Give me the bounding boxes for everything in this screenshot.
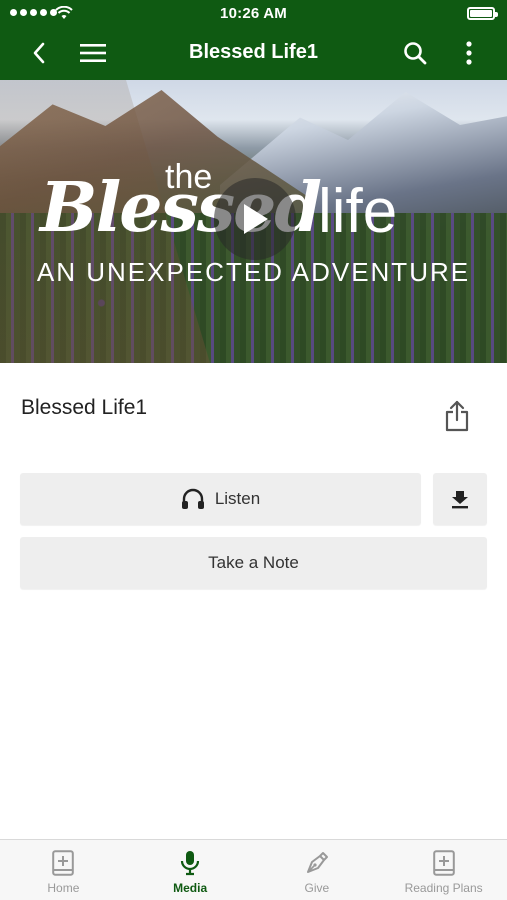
listen-label: Listen: [214, 489, 261, 508]
take-note-label: Take a Note: [208, 553, 299, 572]
tab-home-label: Home: [47, 881, 80, 895]
tab-give-label: Give: [304, 881, 330, 895]
book-plus-icon: [52, 850, 75, 876]
share-button[interactable]: [440, 398, 474, 434]
take-note-button[interactable]: Take a Note: [20, 537, 487, 589]
app-header: 10:26 AM Blessed Life1: [0, 0, 507, 80]
hero-title-life: life: [318, 177, 398, 246]
search-button[interactable]: [398, 36, 432, 70]
tab-reading-plans-label: Reading Plans: [404, 881, 483, 895]
search-icon: [404, 42, 427, 65]
headphones-icon: [181, 488, 204, 509]
tab-home[interactable]: Home: [0, 840, 127, 900]
microphone-icon: [181, 851, 200, 876]
hero-subtitle: AN UNEXPECTED ADVENTURE: [36, 257, 471, 287]
download-button[interactable]: [433, 473, 487, 525]
tab-bar: Home Media Give Reading Plans: [0, 839, 507, 900]
pen-nib-icon: [306, 852, 328, 873]
media-title: Blessed Life1: [21, 396, 148, 419]
tab-media-label: Media: [173, 881, 208, 895]
battery-icon: [467, 7, 498, 20]
more-vertical-icon: [466, 41, 472, 65]
status-time: 10:26 AM: [220, 5, 287, 22]
tab-reading-plans[interactable]: Reading Plans: [380, 840, 507, 900]
more-options-button[interactable]: [452, 36, 486, 70]
book-plus-icon: [432, 850, 455, 876]
play-button[interactable]: [214, 178, 296, 260]
tab-media[interactable]: Media: [127, 840, 254, 900]
play-icon: [244, 204, 268, 234]
status-bar: 10:26 AM: [0, 0, 507, 26]
hero-title-bless: Bless: [40, 168, 235, 248]
tab-give[interactable]: Give: [254, 840, 381, 900]
download-icon: [452, 491, 468, 509]
nav-bar: Blessed Life1: [0, 26, 507, 80]
share-icon: [445, 400, 469, 432]
listen-button[interactable]: Listen: [20, 473, 421, 525]
video-player[interactable]: the Blessed life AN UNEXPECTED ADVENTURE: [0, 80, 507, 363]
